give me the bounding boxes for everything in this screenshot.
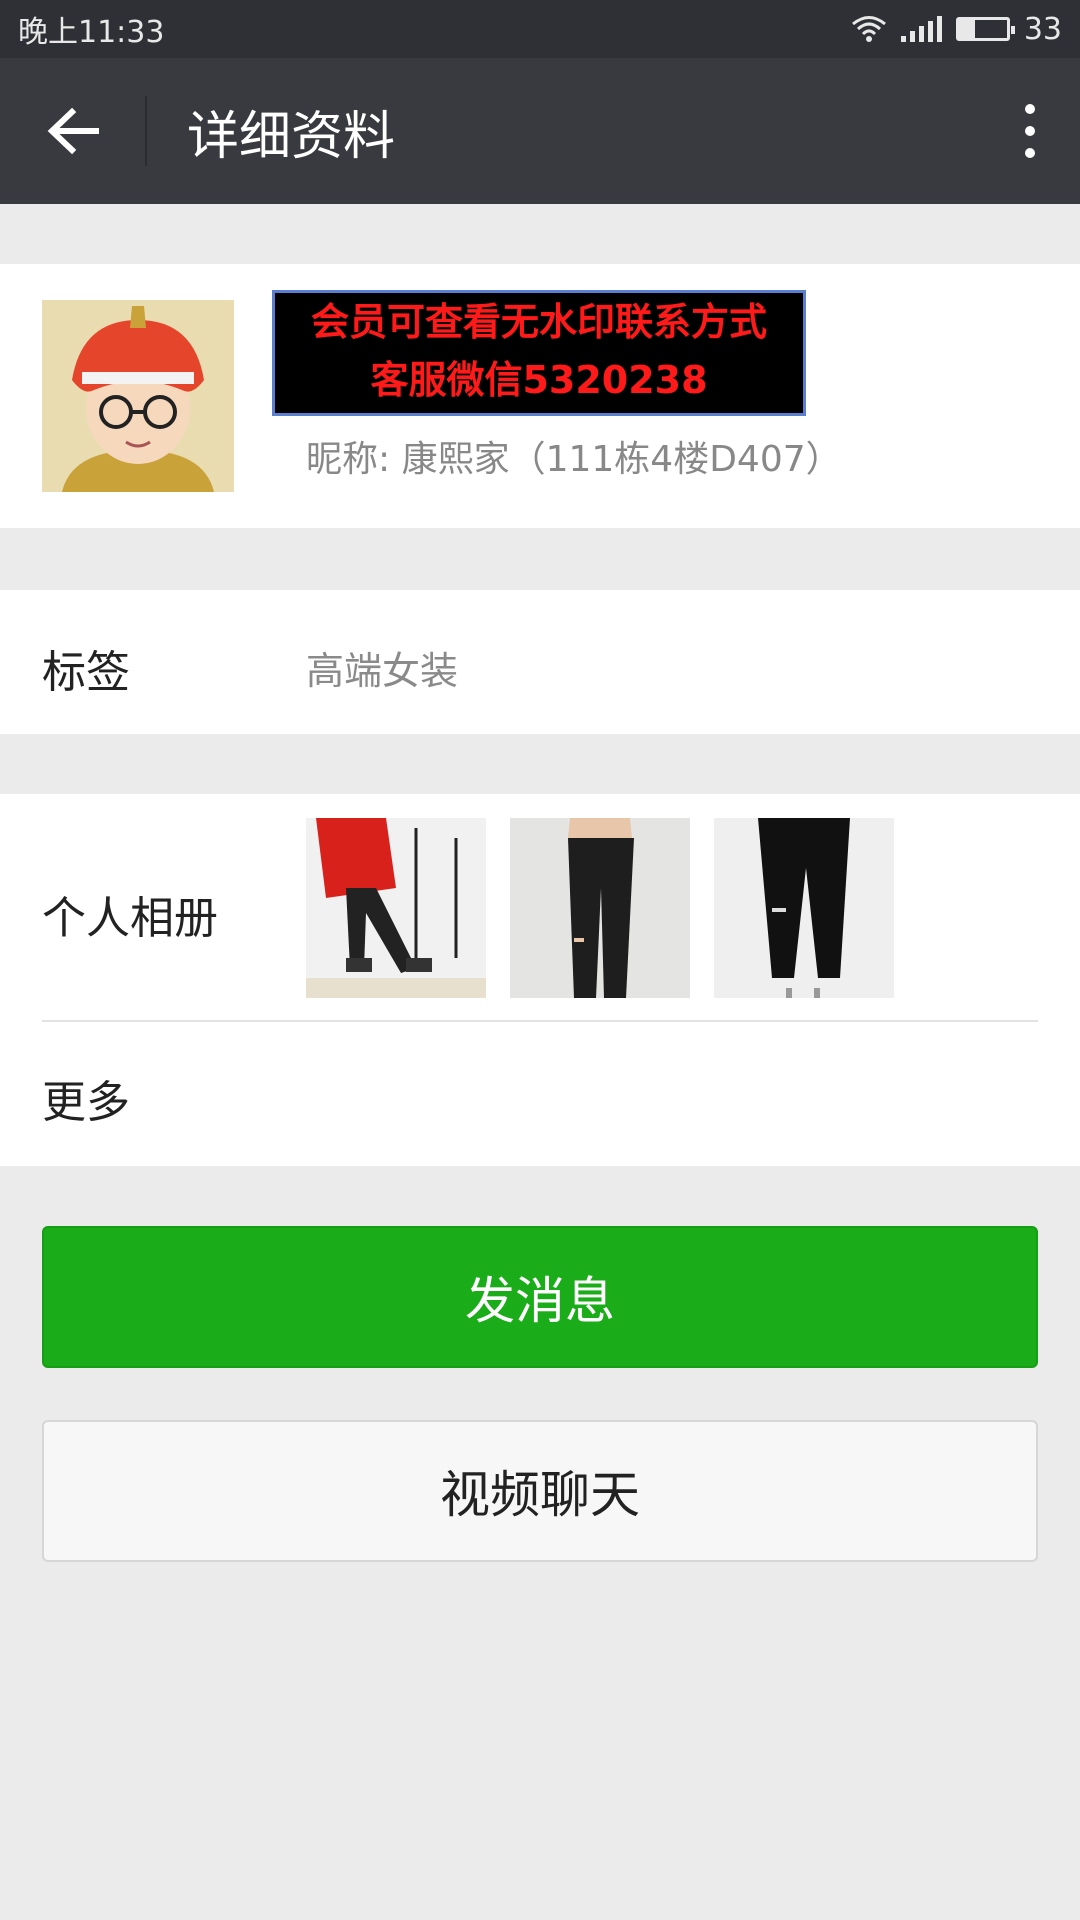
- signal-icon: [900, 16, 942, 42]
- nickname-text: 昵称: 康熙家（111栋4楼D407）: [306, 439, 842, 480]
- avatar[interactable]: [42, 300, 234, 492]
- send-message-button[interactable]: 发消息: [42, 1226, 1038, 1368]
- back-arrow-icon: [47, 107, 99, 155]
- avatar-illustration: [42, 300, 234, 492]
- tags-value: 高端女装: [306, 649, 459, 693]
- status-icons: 33: [851, 12, 1062, 47]
- album-photo-2[interactable]: [510, 818, 690, 998]
- album-photo-3[interactable]: [714, 818, 894, 998]
- row-divider: [42, 1020, 1038, 1022]
- page-title: 详细资料: [187, 106, 396, 167]
- tags-label: 标签: [42, 647, 130, 698]
- tags-row[interactable]: 标签 高端女装: [0, 590, 1080, 734]
- status-bar: 晚上11:33 33: [0, 0, 1080, 58]
- album-photo-1[interactable]: [306, 818, 486, 998]
- album-section: 个人相册 更多: [0, 794, 1080, 1166]
- top-bar: 详细资料: [0, 58, 1080, 204]
- back-button[interactable]: [0, 58, 145, 204]
- video-chat-button[interactable]: 视频聊天: [42, 1420, 1038, 1562]
- more-options-button[interactable]: [980, 58, 1080, 204]
- watermark-line-1: 会员可查看无水印联系方式: [310, 300, 767, 344]
- header-divider: [145, 96, 147, 166]
- wifi-icon: [851, 16, 886, 42]
- watermark-line-2: 客服微信5320238: [370, 358, 708, 402]
- more-row[interactable]: 更多: [42, 1066, 130, 1130]
- watermark-banner: 会员可查看无水印联系方式 客服微信5320238: [272, 290, 806, 416]
- battery-level: 33: [1023, 11, 1062, 47]
- battery-icon: [955, 17, 1015, 41]
- status-time: 晚上11:33: [18, 15, 165, 50]
- album-label: 个人相册: [42, 893, 218, 944]
- more-dots-icon: [1025, 104, 1035, 114]
